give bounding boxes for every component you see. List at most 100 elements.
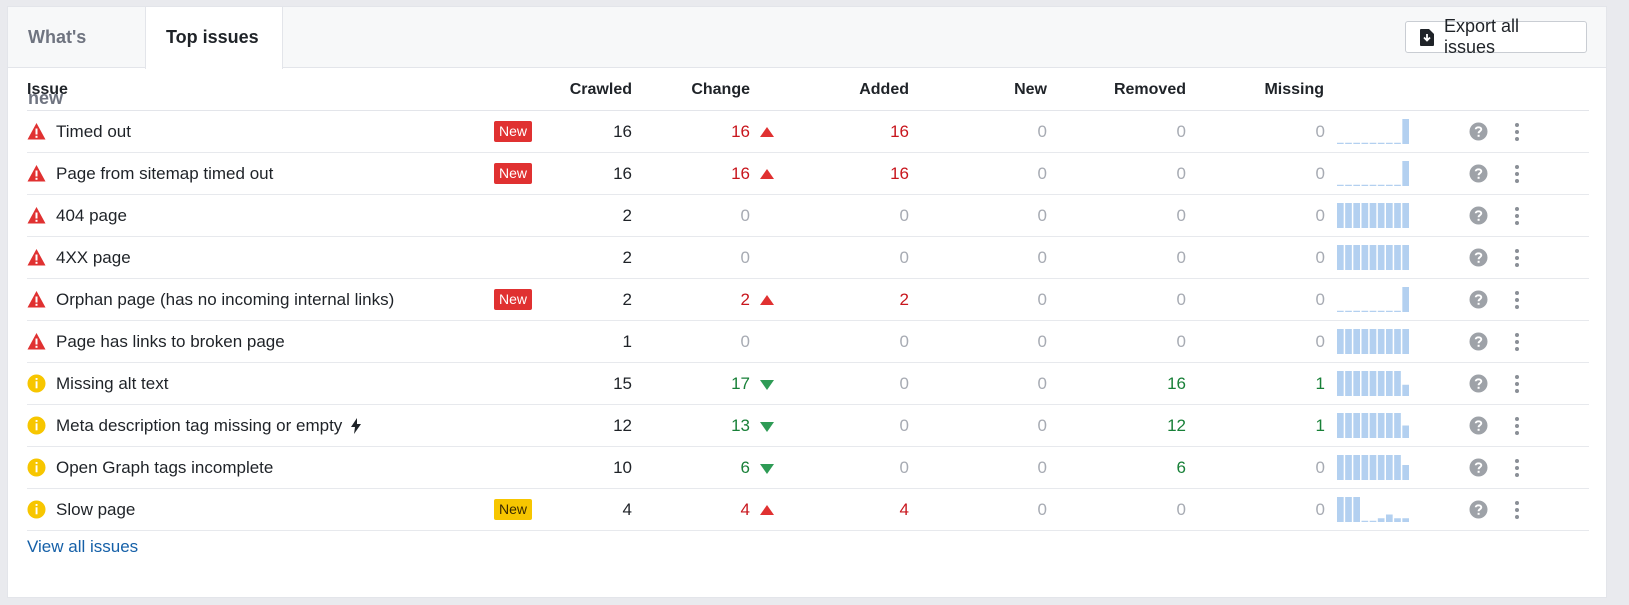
table-row[interactable]: Slow page New 4 4 4 0 0 0: [27, 489, 1589, 531]
help-icon[interactable]: [1469, 122, 1488, 141]
missing-value[interactable]: 0: [1224, 111, 1325, 153]
new-value[interactable]: 0: [947, 111, 1047, 153]
missing-value[interactable]: 1: [1224, 405, 1325, 447]
export-all-issues-button[interactable]: Export all issues: [1405, 16, 1587, 57]
more-menu-icon[interactable]: [1511, 458, 1523, 478]
added-value[interactable]: 0: [807, 447, 909, 489]
change-value[interactable]: 6: [657, 447, 750, 489]
help-icon[interactable]: [1469, 500, 1488, 519]
added-value[interactable]: 4: [807, 489, 909, 531]
issue-name[interactable]: Missing alt text: [56, 363, 168, 405]
change-value[interactable]: 17: [657, 363, 750, 405]
new-value[interactable]: 0: [947, 237, 1047, 279]
col-new[interactable]: New: [947, 68, 1047, 111]
table-row[interactable]: Timed out New 16 16 16 0 0 0: [27, 111, 1589, 153]
added-value[interactable]: 0: [807, 195, 909, 237]
more-menu-icon[interactable]: [1511, 206, 1523, 226]
change-value[interactable]: 2: [657, 279, 750, 321]
crawled-value[interactable]: 15: [532, 363, 632, 405]
removed-value[interactable]: 0: [1087, 279, 1186, 321]
issue-name[interactable]: Open Graph tags incomplete: [56, 447, 273, 489]
crawled-value[interactable]: 16: [532, 111, 632, 153]
new-value[interactable]: 0: [947, 447, 1047, 489]
col-removed[interactable]: Removed: [1086, 68, 1186, 111]
change-value[interactable]: 0: [657, 195, 750, 237]
added-value[interactable]: 2: [807, 279, 909, 321]
table-row[interactable]: Missing alt text 15 17 0 0 16 1: [27, 363, 1589, 405]
trend-sparkline[interactable]: [1337, 118, 1409, 144]
col-added[interactable]: Added: [809, 68, 909, 111]
help-icon[interactable]: [1469, 206, 1488, 225]
more-menu-icon[interactable]: [1511, 164, 1523, 184]
added-value[interactable]: 0: [807, 237, 909, 279]
issue-name[interactable]: Timed out: [56, 111, 131, 153]
trend-sparkline[interactable]: [1337, 202, 1409, 228]
missing-value[interactable]: 0: [1224, 447, 1325, 489]
new-value[interactable]: 0: [947, 321, 1047, 363]
missing-value[interactable]: 0: [1224, 279, 1325, 321]
added-value[interactable]: 0: [807, 363, 909, 405]
table-row[interactable]: Orphan page (has no incoming internal li…: [27, 279, 1589, 321]
added-value[interactable]: 0: [807, 321, 909, 363]
help-icon[interactable]: [1469, 332, 1488, 351]
help-icon[interactable]: [1469, 164, 1488, 183]
missing-value[interactable]: 0: [1224, 195, 1325, 237]
new-value[interactable]: 0: [947, 279, 1047, 321]
issue-name[interactable]: Page has links to broken page: [56, 321, 285, 363]
help-icon[interactable]: [1469, 248, 1488, 267]
added-value[interactable]: 16: [807, 153, 909, 195]
col-change[interactable]: Change: [650, 68, 750, 111]
table-row[interactable]: Page from sitemap timed out New 16 16 16 0 0 0: [27, 153, 1589, 195]
issue-name[interactable]: 404 page: [56, 195, 127, 237]
col-crawled[interactable]: Crawled: [532, 68, 632, 111]
more-menu-icon[interactable]: [1511, 500, 1523, 520]
view-all-issues-link[interactable]: View all issues: [27, 537, 138, 557]
new-value[interactable]: 0: [947, 405, 1047, 447]
trend-sparkline[interactable]: [1337, 328, 1409, 354]
help-icon[interactable]: [1469, 290, 1488, 309]
help-icon[interactable]: [1469, 458, 1488, 477]
issue-name[interactable]: Slow page: [56, 489, 135, 531]
crawled-value[interactable]: 10: [532, 447, 632, 489]
removed-value[interactable]: 0: [1087, 111, 1186, 153]
trend-sparkline[interactable]: [1337, 286, 1409, 312]
crawled-value[interactable]: 2: [532, 195, 632, 237]
more-menu-icon[interactable]: [1511, 290, 1523, 310]
crawled-value[interactable]: 2: [532, 279, 632, 321]
new-value[interactable]: 0: [947, 195, 1047, 237]
tab-top-issues[interactable]: Top issues: [145, 7, 283, 69]
col-missing[interactable]: Missing: [1224, 68, 1324, 111]
crawled-value[interactable]: 12: [532, 405, 632, 447]
removed-value[interactable]: 0: [1087, 489, 1186, 531]
tab-whats-new[interactable]: What's new: [8, 7, 145, 108]
crawled-value[interactable]: 16: [532, 153, 632, 195]
change-value[interactable]: 16: [657, 153, 750, 195]
help-icon[interactable]: [1469, 416, 1488, 435]
trend-sparkline[interactable]: [1337, 496, 1409, 522]
more-menu-icon[interactable]: [1511, 374, 1523, 394]
change-value[interactable]: 0: [657, 237, 750, 279]
more-menu-icon[interactable]: [1511, 122, 1523, 142]
change-value[interactable]: 13: [657, 405, 750, 447]
issue-name[interactable]: Orphan page (has no incoming internal li…: [56, 279, 394, 321]
trend-sparkline[interactable]: [1337, 370, 1409, 396]
removed-value[interactable]: 0: [1087, 321, 1186, 363]
change-value[interactable]: 16: [657, 111, 750, 153]
trend-sparkline[interactable]: [1337, 412, 1409, 438]
col-issue[interactable]: Issue: [27, 68, 68, 111]
new-value[interactable]: 0: [947, 489, 1047, 531]
missing-value[interactable]: 1: [1224, 363, 1325, 405]
trend-sparkline[interactable]: [1337, 244, 1409, 270]
trend-sparkline[interactable]: [1337, 454, 1409, 480]
missing-value[interactable]: 0: [1224, 153, 1325, 195]
crawled-value[interactable]: 4: [532, 489, 632, 531]
table-row[interactable]: Open Graph tags incomplete 10 6 0 0 6 0: [27, 447, 1589, 489]
more-menu-icon[interactable]: [1511, 332, 1523, 352]
crawled-value[interactable]: 2: [532, 237, 632, 279]
added-value[interactable]: 0: [807, 405, 909, 447]
change-value[interactable]: 0: [657, 321, 750, 363]
removed-value[interactable]: 0: [1087, 195, 1186, 237]
more-menu-icon[interactable]: [1511, 248, 1523, 268]
added-value[interactable]: 16: [807, 111, 909, 153]
new-value[interactable]: 0: [947, 153, 1047, 195]
